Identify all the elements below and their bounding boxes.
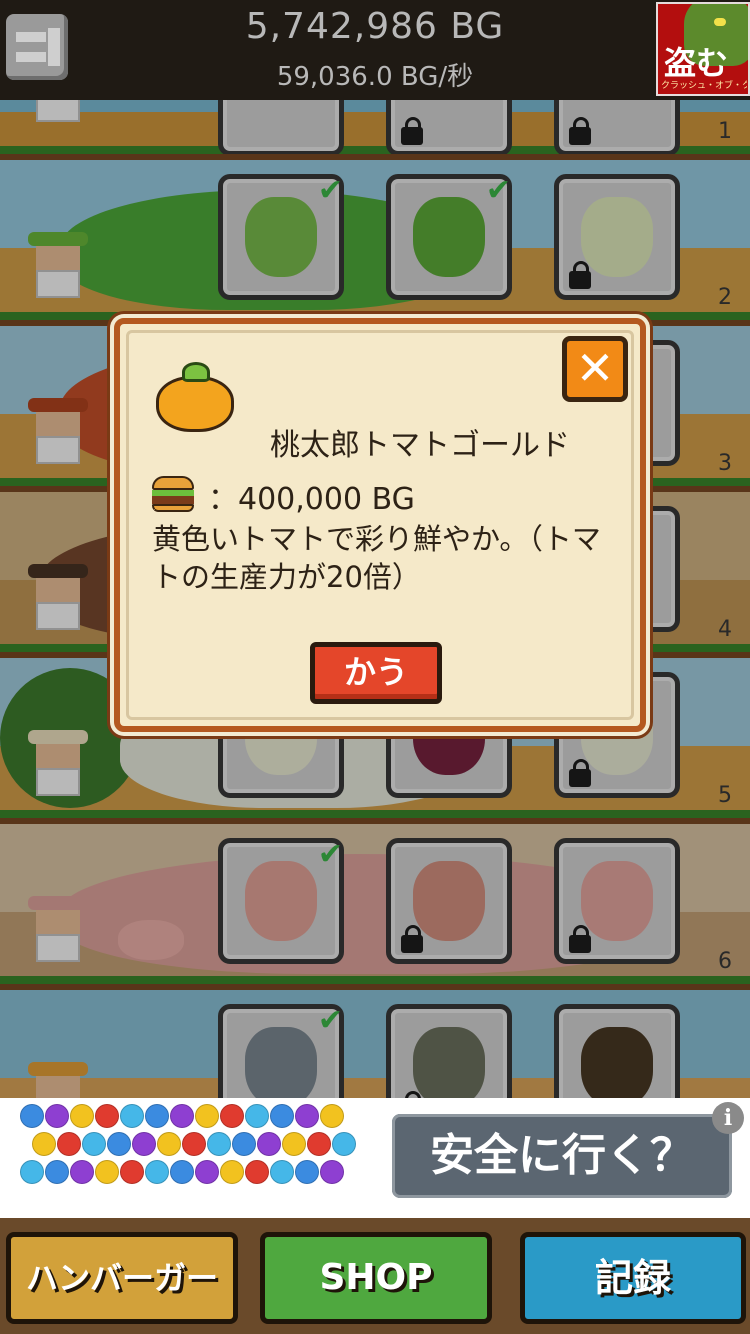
money-rate: 59,036.0 BG/秒 [276, 62, 474, 92]
close-button[interactable]: ✕ [562, 336, 628, 402]
tomato-leaf [182, 362, 210, 382]
item-name: 桃太郎トマトゴールド [270, 428, 570, 463]
bubble [145, 1104, 169, 1128]
bottom-ad-banner[interactable]: 安全に行く？ i [0, 1098, 750, 1218]
goblin-eye [714, 18, 726, 26]
bubble [82, 1132, 106, 1156]
total-money: 5,742,986 BG [245, 6, 505, 47]
close-icon: ✕ [575, 341, 615, 395]
shop-button[interactable]: SHOP [260, 1232, 492, 1324]
tomato-fruit [156, 376, 234, 432]
bubble [132, 1132, 156, 1156]
bubble [170, 1104, 194, 1128]
bubble [257, 1132, 281, 1156]
bubble [295, 1104, 319, 1128]
burger-bun-top [152, 476, 194, 490]
top-ad-banner[interactable]: 盗む クラッシュ・オブ・クラン [656, 2, 750, 96]
bubble [220, 1104, 244, 1128]
bubble [320, 1160, 344, 1184]
bubble [245, 1160, 269, 1184]
bubble [70, 1104, 94, 1128]
bubble [195, 1104, 219, 1128]
bubble [170, 1160, 194, 1184]
burger-icon [152, 476, 194, 512]
bubble [182, 1132, 206, 1156]
bubble [195, 1160, 219, 1184]
ad-subtitle: クラッシュ・オブ・クラン [661, 81, 747, 91]
bubble [32, 1132, 56, 1156]
item-description: 黄色いトマトで彩り鮮やか。（トマトの生産力が20倍） [152, 522, 601, 594]
golden-tomato-icon [156, 362, 236, 434]
bubble [70, 1160, 94, 1184]
bubble [270, 1104, 294, 1128]
bubble [307, 1132, 331, 1156]
record-button[interactable]: 記録 [520, 1232, 746, 1324]
bubble [295, 1160, 319, 1184]
bubble [157, 1132, 181, 1156]
bubble [320, 1104, 344, 1128]
bubble [332, 1132, 356, 1156]
bubble [120, 1104, 144, 1128]
bubble [95, 1104, 119, 1128]
info-icon[interactable]: i [712, 1102, 744, 1134]
bubble [282, 1132, 306, 1156]
bubble [20, 1160, 44, 1184]
bubble [45, 1160, 69, 1184]
bubble [145, 1160, 169, 1184]
bubble [120, 1160, 144, 1184]
bubble [207, 1132, 231, 1156]
bottom-nav: ハンバーガー SHOP 記録 [0, 1218, 750, 1334]
bubble [270, 1160, 294, 1184]
bubble [245, 1104, 269, 1128]
bubble [220, 1160, 244, 1184]
item-price: ：400,000 BG [208, 482, 415, 517]
bubble [20, 1104, 44, 1128]
hamburger-button[interactable]: ハンバーガー [6, 1232, 238, 1324]
ad-cta-button[interactable]: 安全に行く？ [392, 1114, 732, 1198]
bubble [95, 1160, 119, 1184]
purchase-dialog: ✕ 桃太郎トマトゴールド ：400,000 BG 黄色いトマトで彩り鮮やか。（ト… [114, 318, 646, 732]
top-bar: 5,742,986 BG 59,036.0 BG/秒 盗む クラッシュ・オブ・ク… [0, 0, 750, 104]
burger-bun-bottom [152, 504, 194, 512]
bubble [107, 1132, 131, 1156]
burger-patty [152, 496, 194, 504]
bubble [232, 1132, 256, 1156]
bubble [45, 1104, 69, 1128]
bubble [57, 1132, 81, 1156]
buy-button[interactable]: かう [310, 642, 442, 704]
